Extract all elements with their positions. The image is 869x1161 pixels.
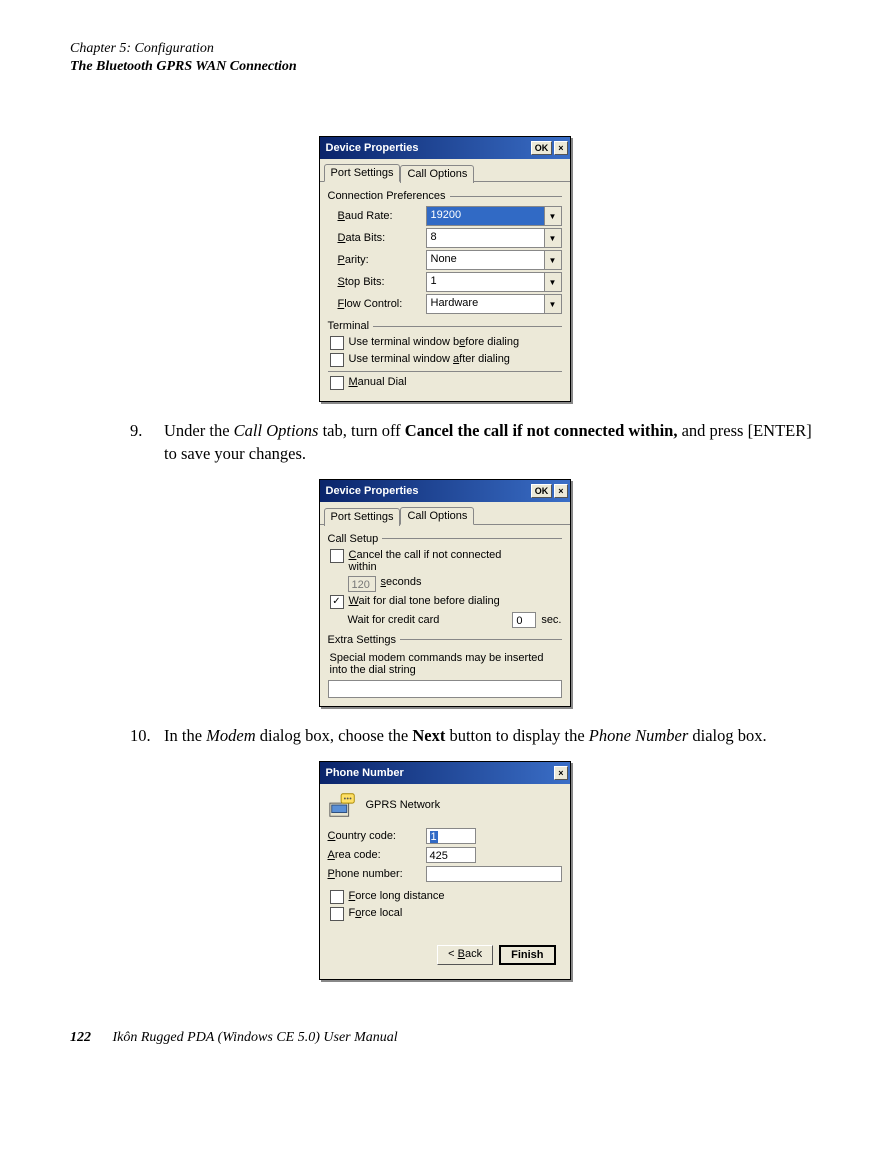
figure-device-properties-port: Device Properties OK × Port Settings Cal…: [70, 136, 819, 402]
device-properties-dialog-1: Device Properties OK × Port Settings Cal…: [319, 136, 571, 402]
back-button[interactable]: < Back: [437, 945, 493, 965]
group-connection-preferences: Connection Preferences: [328, 190, 562, 202]
wait-dial-tone-label: Wait for dial tone before dialing: [349, 595, 500, 607]
cancel-seconds-input: 120: [348, 576, 376, 592]
titlebar: Device Properties OK ×: [320, 137, 570, 159]
extra-settings-input[interactable]: [328, 680, 562, 698]
step-10: 10. In the Modem dialog box, choose the …: [130, 725, 819, 747]
titlebar: Device Properties OK ×: [320, 480, 570, 502]
device-properties-dialog-2: Device Properties OK × Port Settings Cal…: [319, 479, 571, 707]
close-button[interactable]: ×: [554, 141, 567, 155]
close-button[interactable]: ×: [554, 766, 567, 780]
force-local-label: Force local: [349, 907, 403, 919]
close-button[interactable]: ×: [554, 484, 567, 498]
page-header: Chapter 5: Configuration The Bluetooth G…: [70, 40, 819, 76]
stop-bits-combo[interactable]: 1 ▼: [426, 272, 562, 292]
dialog-title: Phone Number: [326, 767, 553, 779]
step-number: 9.: [130, 420, 164, 465]
dialog-title: Device Properties: [326, 142, 529, 154]
country-code-input[interactable]: 1: [426, 828, 476, 844]
dropdown-arrow-icon: ▼: [544, 273, 561, 291]
phone-number-input[interactable]: [426, 866, 562, 882]
wait-dial-tone-checkbox[interactable]: [330, 595, 344, 609]
phone-number-label: Phone number:: [328, 868, 426, 880]
force-long-distance-label: Force long distance: [349, 890, 445, 902]
step-9: 9. Under the Call Options tab, turn off …: [130, 420, 819, 465]
group-terminal: Terminal: [328, 320, 562, 332]
cancel-call-checkbox[interactable]: [330, 549, 344, 563]
terminal-after-label: Use terminal window after dialing: [349, 353, 510, 365]
manual-dial-checkbox[interactable]: [330, 376, 344, 390]
seconds-label: seconds: [381, 576, 422, 588]
area-code-input[interactable]: 425: [426, 847, 476, 863]
titlebar: Phone Number ×: [320, 762, 570, 784]
stop-bits-label: Stop Bits:: [328, 276, 426, 288]
page-number: 122: [70, 1030, 91, 1045]
parity-label: Parity:: [328, 254, 426, 266]
panel-port-settings: Connection Preferences Baud Rate: 19200 …: [320, 182, 570, 401]
tab-call-options[interactable]: Call Options: [400, 507, 474, 525]
dropdown-arrow-icon: ▼: [544, 207, 561, 225]
cc-seconds-unit: sec.: [541, 614, 561, 626]
data-bits-combo[interactable]: 8 ▼: [426, 228, 562, 248]
terminal-before-label: Use terminal window before dialing: [349, 336, 520, 348]
figure-phone-number: Phone Number × GPRS Network Country code…: [70, 761, 819, 980]
extra-settings-text: Special modem commands may be inserted i…: [328, 650, 562, 680]
wait-credit-card-label: Wait for credit card: [348, 614, 508, 626]
ok-button[interactable]: OK: [531, 141, 553, 155]
dropdown-arrow-icon: ▼: [544, 251, 561, 269]
parity-combo[interactable]: None ▼: [426, 250, 562, 270]
terminal-before-checkbox[interactable]: [330, 336, 344, 350]
group-label-text: Connection Preferences: [328, 190, 446, 202]
tab-port-settings[interactable]: Port Settings: [324, 508, 401, 526]
tab-port-settings[interactable]: Port Settings: [324, 164, 401, 182]
terminal-after-checkbox[interactable]: [330, 353, 344, 367]
dropdown-arrow-icon: ▼: [544, 229, 561, 247]
manual-title: Ikôn Rugged PDA (Windows CE 5.0) User Ma…: [113, 1030, 398, 1045]
tab-call-options[interactable]: Call Options: [400, 165, 474, 183]
figure-device-properties-call: Device Properties OK × Port Settings Cal…: [70, 479, 819, 707]
manual-dial-label: Manual Dial: [349, 376, 407, 388]
group-label-text: Call Setup: [328, 533, 379, 545]
flow-control-label: Flow Control:: [328, 298, 426, 310]
step-body: In the Modem dialog box, choose the Next…: [164, 725, 819, 747]
dialog-title: Device Properties: [326, 485, 529, 497]
tab-strip: Port Settings Call Options: [320, 502, 570, 525]
group-label-text: Terminal: [328, 320, 370, 332]
group-extra-settings: Extra Settings: [328, 634, 562, 646]
baud-rate-combo[interactable]: 19200 ▼: [426, 206, 562, 226]
page-footer: 122 Ikôn Rugged PDA (Windows CE 5.0) Use…: [70, 1030, 819, 1046]
flow-control-combo[interactable]: Hardware ▼: [426, 294, 562, 314]
cancel-call-label: Cancel the call if not connectedwithin: [349, 549, 502, 573]
dropdown-arrow-icon: ▼: [544, 295, 561, 313]
data-bits-label: Data Bits:: [328, 232, 426, 244]
chapter-label: Chapter 5: Configuration: [70, 40, 819, 58]
country-code-label: Country code:: [328, 830, 426, 842]
connection-name: GPRS Network: [366, 799, 441, 811]
tab-strip: Port Settings Call Options: [320, 159, 570, 182]
baud-rate-label: Baud Rate:: [328, 210, 426, 222]
group-call-setup: Call Setup: [328, 533, 562, 545]
ok-button[interactable]: OK: [531, 484, 553, 498]
force-local-checkbox[interactable]: [330, 907, 344, 921]
finish-button[interactable]: Finish: [499, 945, 555, 965]
section-title: The Bluetooth GPRS WAN Connection: [70, 58, 819, 76]
area-code-label: Area code:: [328, 849, 426, 861]
step-number: 10.: [130, 725, 164, 747]
panel-phone-number: GPRS Network Country code: 1 Area code: …: [320, 784, 570, 979]
step-body: Under the Call Options tab, turn off Can…: [164, 420, 819, 465]
force-long-distance-checkbox[interactable]: [330, 890, 344, 904]
panel-call-options: Call Setup Cancel the call if not connec…: [320, 525, 570, 706]
group-label-text: Extra Settings: [328, 634, 396, 646]
phone-number-dialog: Phone Number × GPRS Network Country code…: [319, 761, 571, 980]
dialup-icon: [328, 790, 358, 820]
credit-card-seconds-input[interactable]: 0: [512, 612, 536, 628]
